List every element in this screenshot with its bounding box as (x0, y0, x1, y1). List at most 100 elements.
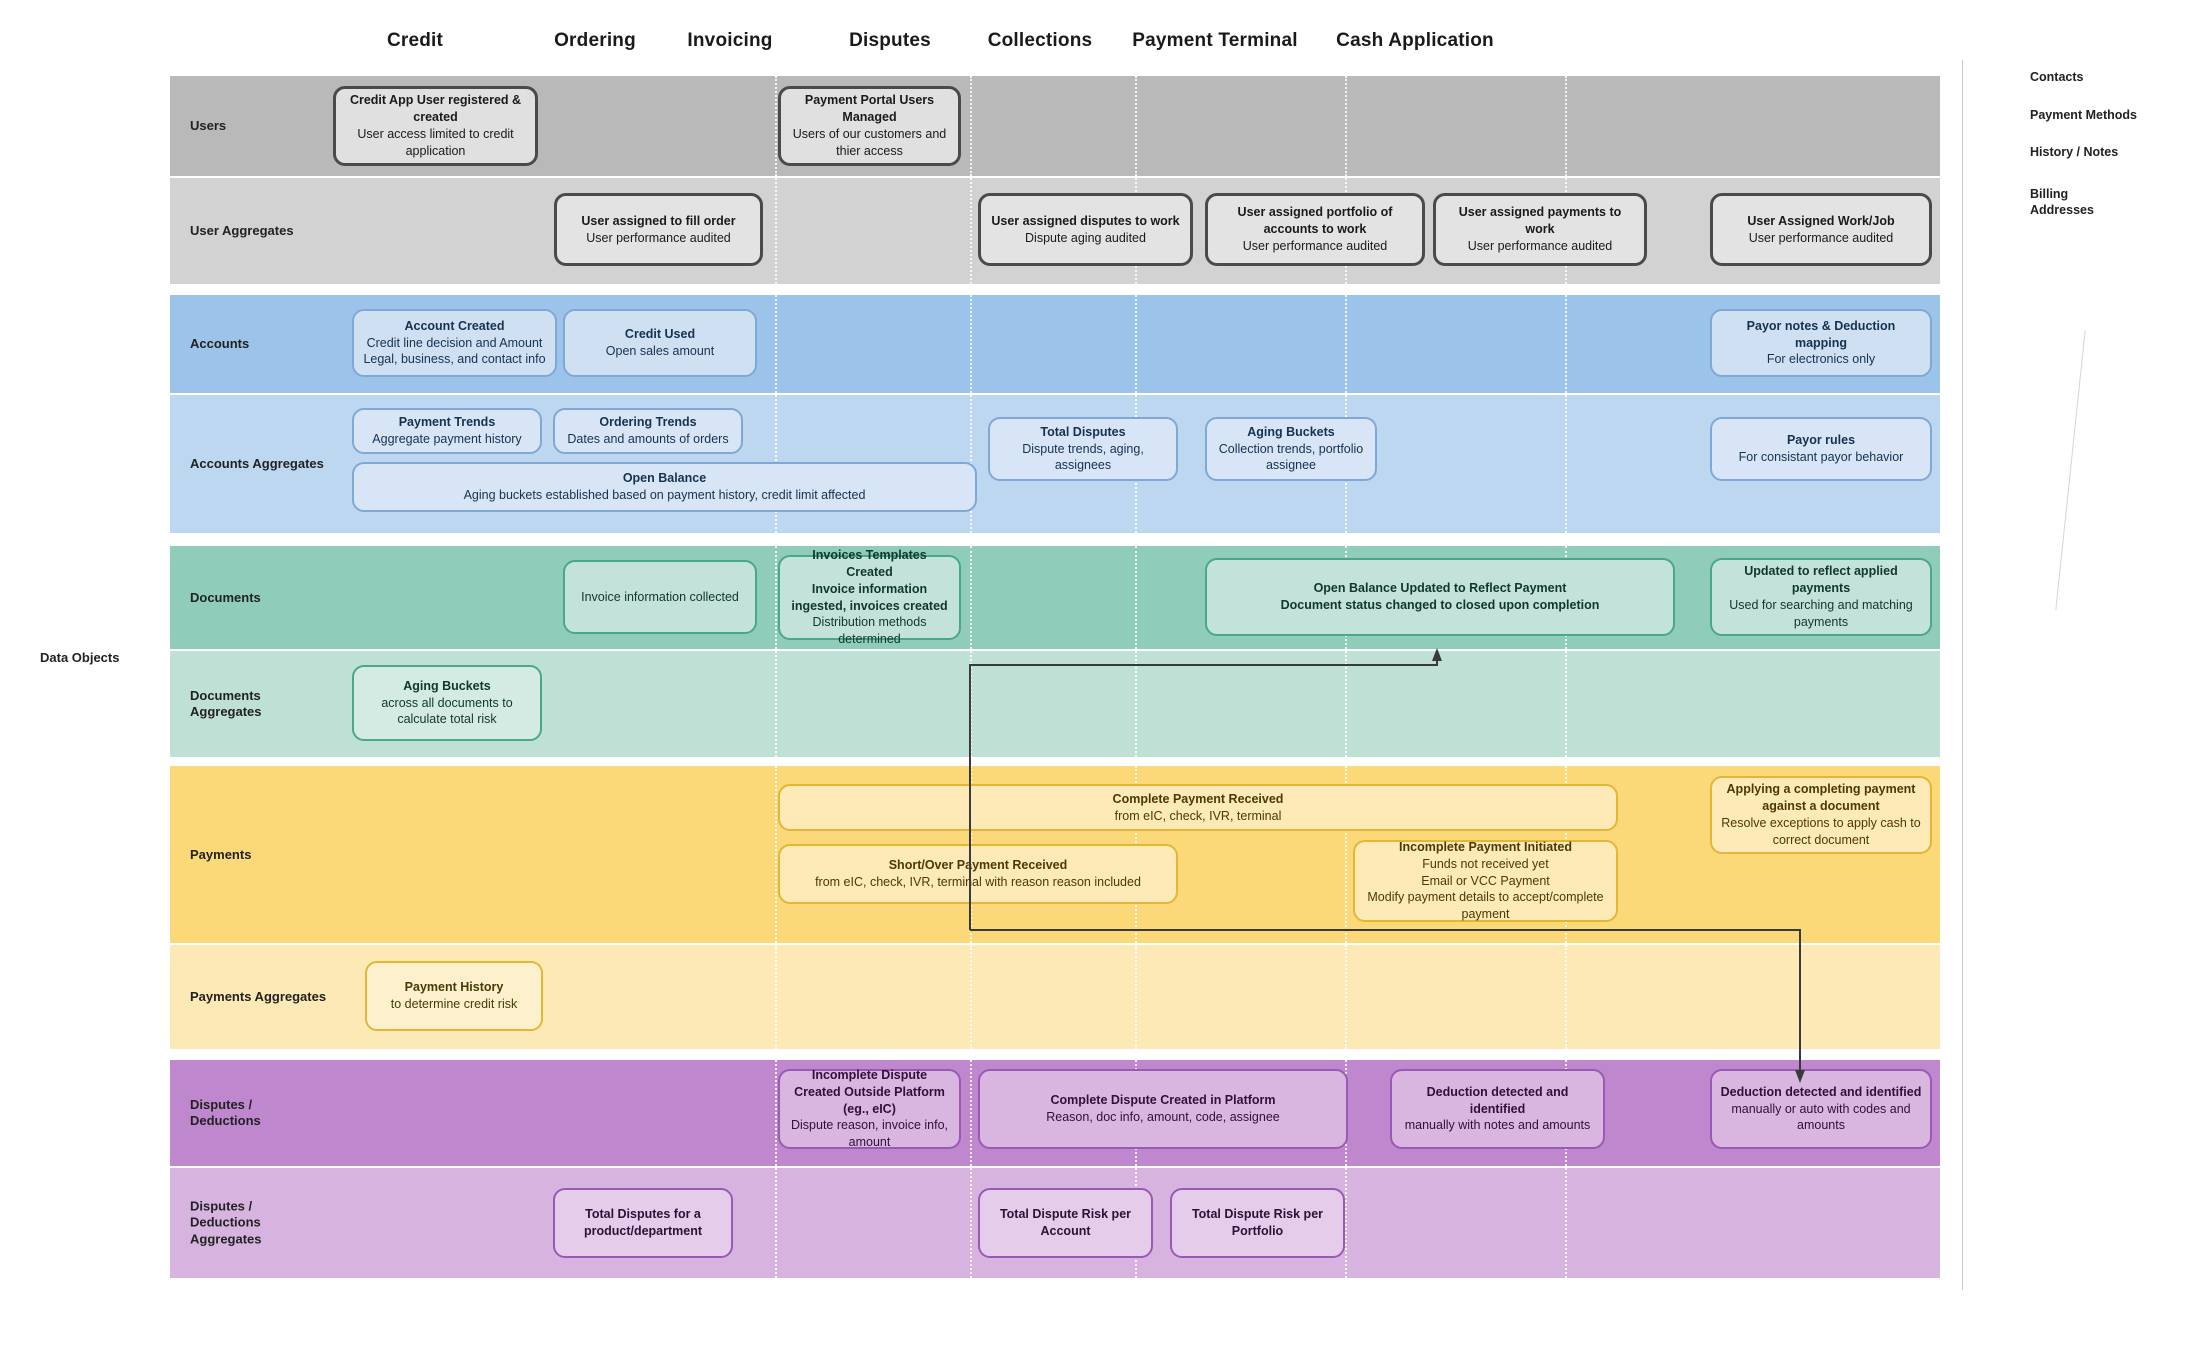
node-subtitle: manually with notes and amounts (1404, 1118, 1591, 1133)
row-label-payments: Payments (190, 846, 252, 862)
node-subtitle: User performance audited (1467, 238, 1613, 253)
lane-divider (970, 1168, 972, 1278)
node-subtitle: Funds not received yet Email or VCC Paym… (1367, 856, 1604, 922)
node-total-dispute-risk-account[interactable]: Total Dispute Risk per Account (978, 1188, 1153, 1258)
node-payment-portal-users[interactable]: Payment Portal Users Managed Users of ou… (778, 86, 961, 166)
node-deduction-detected-cashapp[interactable]: Deduction detected and identified manual… (1710, 1069, 1932, 1149)
node-subtitle: from eIC, check, IVR, terminal (1114, 808, 1282, 823)
node-aging-buckets-documents[interactable]: Aging Buckets across all documents to ca… (352, 665, 542, 741)
node-invoice-information-collected[interactable]: Invoice information collected (563, 560, 757, 634)
data-objects-label: Data Objects (40, 650, 120, 665)
node-subtitle: Dispute reason, invoice info, amount (790, 1118, 949, 1150)
lane-divider (775, 651, 777, 757)
node-invoices-templates-created[interactable]: Invoices Templates Created Invoice infor… (778, 548, 961, 646)
node-subtitle: User performance audited (1748, 230, 1894, 245)
lane-divider (1345, 1168, 1347, 1278)
node-title: User Assigned Work/Job (1747, 213, 1895, 228)
lane-divider (1135, 76, 1137, 176)
lane-divider (775, 1060, 777, 1166)
node-title: Deduction detected and identified (1720, 1084, 1922, 1099)
node-subtitle: Resolve exceptions to apply cash to corr… (1721, 816, 1921, 847)
node-open-balance-updated[interactable]: Open Balance Updated to Reflect Payment … (1205, 558, 1675, 636)
node-title: Open Balance (622, 471, 707, 486)
node-title: Incomplete Payment Initiated (1399, 839, 1572, 854)
node-applying-completing-payment[interactable]: Applying a completing payment against a … (1710, 776, 1932, 854)
right-guide-line-secondary (2055, 330, 2086, 610)
node-incomplete-payment-initiated[interactable]: Incomplete Payment Initiated Funds not r… (1353, 840, 1618, 922)
node-incomplete-dispute-created[interactable]: Incomplete Dispute Created Outside Platf… (778, 1067, 961, 1150)
row-label-accounts: Accounts (190, 335, 250, 351)
node-credit-app-user[interactable]: Credit App User registered & created Use… (333, 86, 538, 166)
column-header-cash-application: Cash Application (1336, 30, 1494, 51)
node-complete-payment-received[interactable]: Complete Payment Received from eIC, chec… (778, 784, 1618, 831)
node-subtitle: For electronics only (1766, 352, 1876, 367)
node-title: Payor notes & Deduction mapping (1746, 318, 1896, 350)
legend-item-payment-methods: Payment Methods (2030, 107, 2137, 122)
lane-divider (1135, 546, 1137, 649)
node-updated-reflect-applied-payments[interactable]: Updated to reflect applied payments Used… (1710, 558, 1932, 636)
node-payment-trends[interactable]: Payment Trends Aggregate payment history (352, 408, 542, 454)
band-documents: Documents Invoice information collected … (170, 546, 1940, 649)
node-ordering-trends[interactable]: Ordering Trends Dates and amounts of ord… (553, 408, 743, 454)
node-title: Total Dispute Risk per Portfolio (1191, 1207, 1324, 1238)
node-aging-buckets-collections[interactable]: Aging Buckets Collection trends, portfol… (1205, 417, 1377, 481)
row-label-documents: Documents (190, 589, 261, 605)
node-payment-history[interactable]: Payment History to determine credit risk (365, 961, 543, 1031)
column-header-row: Credit Ordering Invoicing Disputes Colle… (170, 30, 1940, 66)
node-account-created[interactable]: Account Created Credit line decision and… (352, 309, 557, 377)
node-title: Account Created (404, 318, 505, 333)
node-user-assigned-work-job[interactable]: User Assigned Work/Job User performance … (1710, 193, 1932, 266)
lane-divider (970, 295, 972, 393)
lane-divider (775, 76, 777, 176)
band-payments: Payments Complete Payment Received from … (170, 766, 1940, 943)
node-subtitle: Aging buckets established based on payme… (463, 488, 866, 502)
node-title: Short/Over Payment Received (888, 858, 1068, 873)
lane-divider (1135, 651, 1137, 757)
node-user-assigned-fill-order[interactable]: User assigned to fill order User perform… (554, 193, 763, 266)
node-total-disputes[interactable]: Total Disputes Dispute trends, aging, as… (988, 417, 1178, 481)
lane-divider (775, 945, 777, 1049)
lane-divider (1345, 651, 1347, 757)
lane-divider (970, 1060, 972, 1166)
band-disputes-deductions-aggregates: Disputes / Deductions Aggregates Total D… (170, 1168, 1940, 1278)
lane-divider (775, 766, 777, 943)
node-title: Open Balance Updated to Reflect Payment … (1280, 581, 1600, 612)
node-title: User assigned payments to work (1458, 205, 1622, 237)
node-short-over-payment-received[interactable]: Short/Over Payment Received from eIC, ch… (778, 844, 1178, 904)
node-user-assigned-disputes[interactable]: User assigned disputes to work Dispute a… (978, 193, 1193, 266)
band-disputes-deductions: Disputes / Deductions Incomplete Dispute… (170, 1060, 1940, 1166)
lane-divider (970, 945, 972, 1049)
node-total-dispute-risk-portfolio[interactable]: Total Dispute Risk per Portfolio (1170, 1188, 1345, 1258)
node-title: Payment Portal Users Managed (804, 93, 935, 125)
node-total-disputes-product[interactable]: Total Disputes for a product/department (553, 1188, 733, 1258)
node-subtitle: across all documents to calculate total … (381, 695, 513, 727)
lane-divider (1135, 945, 1137, 1049)
lane-divider (1565, 651, 1567, 757)
legend-list: Contacts Payment Methods History / Notes… (2030, 70, 2180, 240)
row-label-user-aggregates: User Aggregates (190, 222, 294, 238)
band-accounts-aggregates: Accounts Aggregates Payment Trends Aggre… (170, 395, 1940, 533)
lane-divider (970, 178, 972, 284)
node-payor-rules[interactable]: Payor rules For consistant payor behavio… (1710, 417, 1932, 481)
node-title: Updated to reflect applied payments (1744, 564, 1898, 596)
node-user-assigned-portfolio[interactable]: User assigned portfolio of accounts to w… (1205, 193, 1425, 266)
node-title: Total Disputes for a product/department (583, 1207, 703, 1238)
band-user-aggregates: User Aggregates User assigned to fill or… (170, 178, 1940, 284)
node-title: Incomplete Dispute Created Outside Platf… (794, 1067, 945, 1116)
node-user-assigned-payments[interactable]: User assigned payments to work User perf… (1433, 193, 1647, 266)
node-title: User assigned disputes to work (991, 213, 1180, 228)
lane-divider (1565, 1168, 1567, 1278)
node-payor-notes-deduction-mapping[interactable]: Payor notes & Deduction mapping For elec… (1710, 309, 1932, 377)
node-credit-used[interactable]: Credit Used Open sales amount (563, 309, 757, 377)
node-subtitle: Used for searching and matching payments (1729, 598, 1913, 629)
band-payments-aggregates: Payments Aggregates Payment History to d… (170, 945, 1940, 1049)
node-complete-dispute-created[interactable]: Complete Dispute Created in Platform Rea… (978, 1069, 1348, 1149)
node-title: Invoices Templates Created Invoice infor… (791, 547, 948, 613)
node-open-balance[interactable]: Open Balance Aging buckets established b… (352, 462, 977, 512)
legend-item-billing-addresses: Billing Addresses (2030, 186, 2094, 217)
node-title: Deduction detected and identified (1426, 1084, 1569, 1116)
node-deduction-detected-collections[interactable]: Deduction detected and identified manual… (1390, 1069, 1605, 1149)
node-title: Payor rules (1786, 433, 1856, 448)
node-title: Complete Dispute Created in Platform (1050, 1093, 1276, 1108)
node-title: Credit Used (624, 327, 696, 342)
